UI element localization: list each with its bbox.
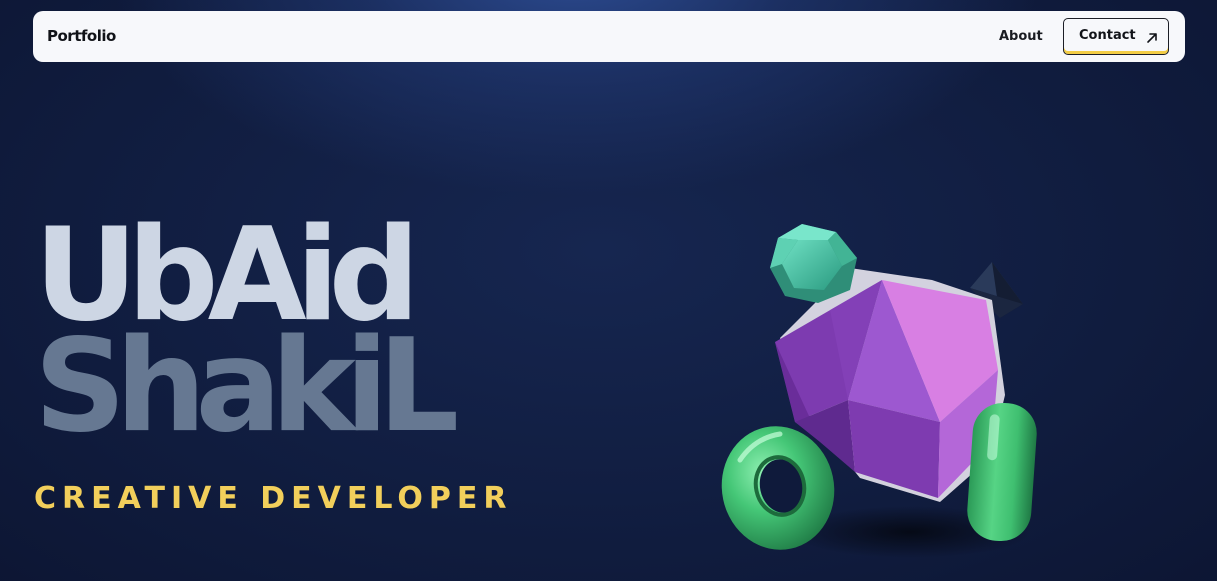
contact-button-label: Contact xyxy=(1079,28,1136,43)
hero-subtitle: CREATIVE DEVELOPER xyxy=(34,481,513,516)
dodecahedron-shape xyxy=(770,224,857,303)
brand-logo-link[interactable]: Portfolio xyxy=(47,11,116,62)
nav-link-about[interactable]: About xyxy=(999,11,1043,62)
arrow-up-right-icon xyxy=(1146,32,1157,43)
pill-shape xyxy=(967,402,1037,542)
3d-shapes-illustration xyxy=(721,224,1037,558)
hero-last-name: ShakiL xyxy=(34,312,459,461)
contact-button[interactable]: Contact xyxy=(1063,18,1169,55)
top-navbar: Portfolio About Contact xyxy=(33,11,1185,62)
